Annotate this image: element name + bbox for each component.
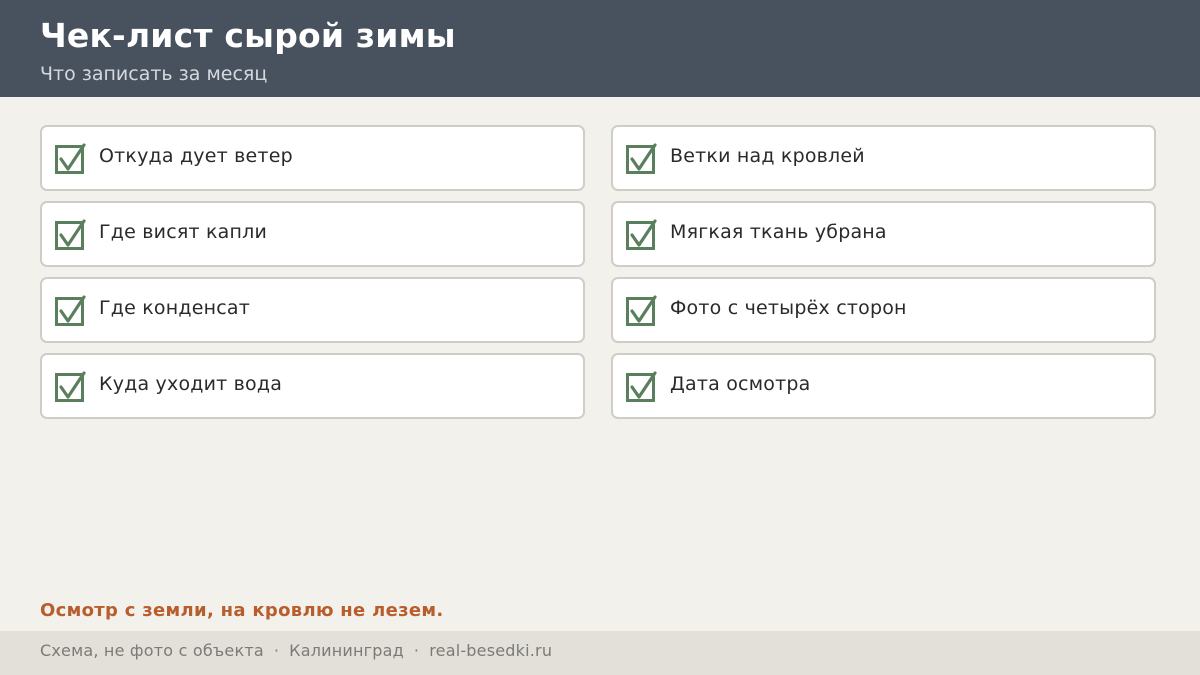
checklist-item-label: Где висят капли	[99, 221, 268, 243]
checked-checkbox-icon[interactable]	[55, 371, 86, 402]
checklist-item[interactable]: Фото с четырёх сторон	[611, 277, 1156, 343]
checklist-item-label: Где конденсат	[99, 297, 250, 319]
checklist-grid: Откуда дует ветер Ветки над кровлей Где …	[40, 125, 1156, 419]
checklist-item-label: Фото с четырёх сторон	[670, 297, 907, 319]
page-title: Чек-лист сырой зимы	[40, 16, 456, 55]
checked-checkbox-icon[interactable]	[626, 295, 657, 326]
footer-separator: ·	[273, 641, 280, 660]
checked-checkbox-icon[interactable]	[626, 219, 657, 250]
checklist-item-label: Откуда дует ветер	[99, 145, 293, 167]
footer-text: Схема, не фото с объекта · Калининград · rea…	[40, 640, 552, 662]
safety-warning: Осмотр с земли, на кровлю не лезем.	[40, 600, 444, 621]
checklist-item[interactable]: Откуда дует ветер	[40, 125, 585, 191]
checklist-item[interactable]: Куда уходит вода	[40, 353, 585, 419]
footer-city: Калининград	[289, 641, 404, 660]
checklist-item[interactable]: Где конденсат	[40, 277, 585, 343]
page-subtitle: Что записать за месяц	[40, 63, 268, 85]
checked-checkbox-icon[interactable]	[626, 143, 657, 174]
checked-checkbox-icon[interactable]	[55, 219, 86, 250]
checklist-item-label: Куда уходит вода	[99, 373, 283, 395]
footer-site[interactable]: real-besedki.ru	[429, 641, 552, 660]
checklist-item[interactable]: Мягкая ткань убрана	[611, 201, 1156, 267]
checklist-item[interactable]: Дата осмотра	[611, 353, 1156, 419]
checked-checkbox-icon[interactable]	[55, 295, 86, 326]
checked-checkbox-icon[interactable]	[55, 143, 86, 174]
checklist-item-label: Дата осмотра	[670, 373, 811, 395]
checklist-item[interactable]: Ветки над кровлей	[611, 125, 1156, 191]
checked-checkbox-icon[interactable]	[626, 371, 657, 402]
checklist-item-label: Ветки над кровлей	[670, 145, 865, 167]
checklist-item-label: Мягкая ткань убрана	[670, 221, 887, 243]
header: Чек-лист сырой зимы Что записать за меся…	[0, 0, 1200, 97]
footer-separator: ·	[413, 641, 420, 660]
checklist-item[interactable]: Где висят капли	[40, 201, 585, 267]
footer-note: Схема, не фото с объекта	[40, 641, 264, 660]
footer: Схема, не фото с объекта · Калининград · rea…	[0, 631, 1200, 675]
